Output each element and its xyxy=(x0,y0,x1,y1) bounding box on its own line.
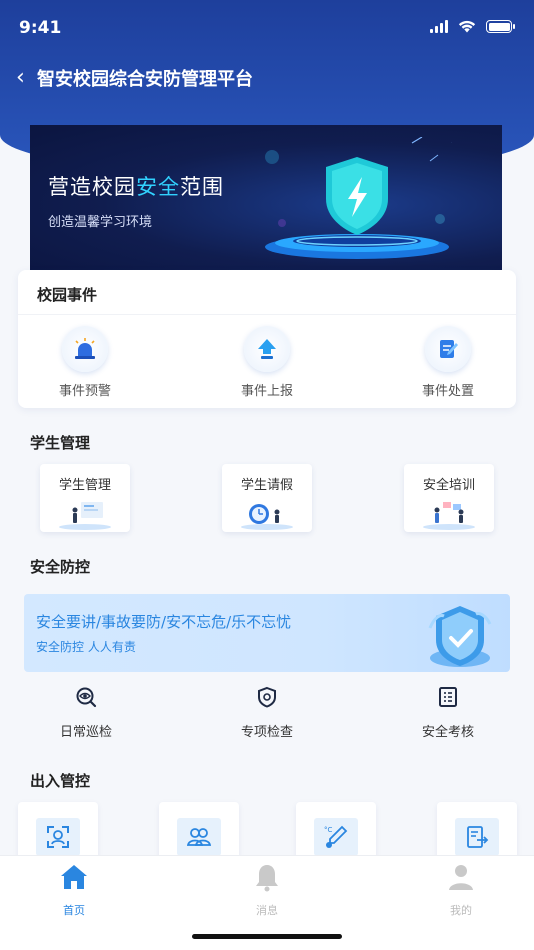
visitor-card[interactable] xyxy=(159,802,239,862)
chevron-left-icon[interactable]: ‹ xyxy=(16,64,25,92)
event-report-button[interactable]: 事件上报 xyxy=(217,326,317,399)
exit-register-card[interactable] xyxy=(437,802,517,862)
tab-profile[interactable]: 我的 xyxy=(421,862,501,918)
daily-patrol-button[interactable]: 日常巡检 xyxy=(31,686,141,740)
student-management-illustration xyxy=(59,502,111,530)
tab-messages[interactable]: 消息 xyxy=(227,862,307,918)
tab-home-label: 首页 xyxy=(63,904,85,917)
student-leave-illustration xyxy=(241,504,293,530)
status-icons xyxy=(430,20,515,33)
eye-search-icon xyxy=(76,687,97,708)
event-handle-button[interactable]: 事件处置 xyxy=(398,326,498,399)
temperature-card[interactable]: °C xyxy=(296,802,376,862)
safety-assessment-label: 安全考核 xyxy=(421,725,474,740)
shield-check-icon xyxy=(258,686,276,708)
upload-arrow-icon xyxy=(244,326,290,372)
student-management-card[interactable]: 学生管理 xyxy=(40,464,130,532)
svg-text:°C: °C xyxy=(324,826,333,834)
event-report-label: 事件上报 xyxy=(240,384,293,399)
safety-slogan: 安全要讲/事故要防/安不忘危/乐不忘忧 xyxy=(36,613,292,631)
event-warning-button[interactable]: 事件预警 xyxy=(35,326,135,399)
edit-document-icon xyxy=(425,326,471,372)
safety-shield-illustration xyxy=(428,606,492,667)
section-title-safety: 安全防控 xyxy=(30,558,91,576)
safety-training-card[interactable]: 安全培训 xyxy=(404,464,494,532)
tab-messages-label: 消息 xyxy=(256,904,278,917)
event-warning-label: 事件预警 xyxy=(58,384,111,399)
banner-title: 营造校园安全范围 xyxy=(48,175,224,199)
hero-banner: 营造校园安全范围 创造温馨学习环境 xyxy=(30,125,502,270)
section-title-campus-events: 校园事件 xyxy=(37,286,98,304)
event-handle-label: 事件处置 xyxy=(421,384,474,399)
home-icon xyxy=(61,865,87,889)
special-inspection-button[interactable]: 专项检查 xyxy=(212,686,322,740)
page-title: 智安校园综合安防管理平台 xyxy=(37,69,253,90)
user-icon xyxy=(449,865,473,890)
section-title-student: 学生管理 xyxy=(30,434,91,452)
divider xyxy=(18,314,516,315)
thermometer-icon: °C xyxy=(314,818,358,856)
alarm-light-icon xyxy=(62,326,108,372)
safety-training-illustration xyxy=(423,502,475,530)
status-time: 9:41 xyxy=(19,18,62,38)
student-leave-label: 学生请假 xyxy=(240,478,293,493)
signal-icon xyxy=(430,20,448,33)
student-management-label: 学生管理 xyxy=(58,478,111,493)
student-leave-card[interactable]: 学生请假 xyxy=(222,464,312,532)
safety-training-label: 安全培训 xyxy=(422,478,475,493)
safety-slogan-banner: 安全要讲/事故要防/安不忘危/乐不忘忧 安全防控 人人有责 xyxy=(24,594,510,672)
safety-assessment-button[interactable]: 安全考核 xyxy=(393,686,503,740)
shield-illustration xyxy=(265,137,452,259)
wifi-icon xyxy=(458,20,476,33)
banner-subtitle: 创造温馨学习环境 xyxy=(48,215,153,230)
checklist-icon xyxy=(439,687,457,707)
exit-register-icon xyxy=(455,818,499,856)
tab-home[interactable]: 首页 xyxy=(34,862,114,918)
users-icon xyxy=(177,818,221,856)
campus-events-card: 校园事件 事件预警 事件上报 事件处置 xyxy=(18,270,516,408)
tab-profile-label: 我的 xyxy=(450,904,472,917)
nav-bar: ‹ 智安校园综合安防管理平台 xyxy=(0,62,534,94)
special-inspection-label: 专项检查 xyxy=(240,725,293,740)
face-recognition-card[interactable] xyxy=(18,802,98,862)
safety-subslogan: 安全防控 人人有责 xyxy=(36,640,136,654)
bell-icon xyxy=(256,865,278,892)
section-title-access: 出入管控 xyxy=(30,772,91,790)
home-indicator xyxy=(192,934,342,939)
daily-patrol-label: 日常巡检 xyxy=(59,725,112,740)
battery-icon xyxy=(486,20,515,33)
face-scan-icon xyxy=(36,818,80,856)
status-bar: 9:41 xyxy=(0,0,534,56)
